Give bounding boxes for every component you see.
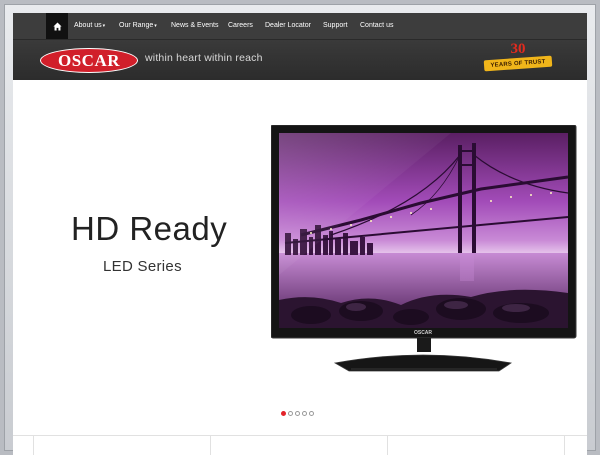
slider-dot[interactable] bbox=[281, 411, 286, 416]
top-navbar: About us▾ Our Range▾ News & Events Caree… bbox=[13, 13, 587, 40]
logo-text: OSCAR bbox=[57, 50, 120, 70]
slider-pagination bbox=[281, 411, 314, 417]
slider-dot[interactable] bbox=[295, 411, 300, 416]
years-of-trust-badge: 30 YEARS OF TRUST bbox=[481, 41, 555, 79]
page: About us▾ Our Range▾ News & Events Caree… bbox=[13, 13, 587, 455]
chevron-down-icon: ▾ bbox=[154, 23, 157, 29]
bottom-panels bbox=[13, 435, 587, 455]
nav-item-contact-us[interactable]: Contact us bbox=[360, 13, 393, 39]
column-divider bbox=[387, 436, 388, 455]
nav-label: About us bbox=[74, 22, 102, 29]
hero-subtitle: LED Series bbox=[103, 258, 182, 275]
chevron-down-icon: ▾ bbox=[102, 23, 106, 29]
hero-title: HD Ready bbox=[71, 210, 228, 247]
column-divider bbox=[564, 436, 565, 455]
column-divider bbox=[33, 436, 34, 455]
nav-item-careers[interactable]: Careers bbox=[228, 13, 253, 39]
badge-number: 30 bbox=[510, 41, 526, 57]
nav-label: Contact us bbox=[360, 22, 394, 29]
nav-item-dealer-locator[interactable]: Dealer Locator bbox=[265, 13, 311, 39]
home-icon bbox=[52, 21, 62, 31]
nav-label: News & Events bbox=[171, 22, 219, 29]
badge-ribbon: YEARS OF TRUST bbox=[483, 55, 553, 72]
hero-slider: HD Ready LED Series OSCAR bbox=[13, 80, 587, 435]
oscar-logo[interactable]: OSCAR bbox=[40, 48, 138, 73]
tagline: within heart within reach bbox=[145, 52, 263, 64]
nav-label: Careers bbox=[228, 22, 253, 29]
tv-brand-label: OSCAR bbox=[414, 330, 432, 336]
nav-item-about-us[interactable]: About us▾ bbox=[74, 13, 105, 39]
nav-item-our-range[interactable]: Our Range▾ bbox=[119, 13, 157, 39]
nav-label: Dealer Locator bbox=[265, 22, 311, 29]
slider-dot[interactable] bbox=[309, 411, 314, 416]
column-divider bbox=[210, 436, 211, 455]
led-tv-image: OSCAR bbox=[271, 125, 577, 372]
brand-header: OSCAR within heart within reach 30 YEARS… bbox=[13, 40, 587, 80]
slider-dot[interactable] bbox=[302, 411, 307, 416]
nav-label: Support bbox=[323, 22, 348, 29]
nav-item-news-events[interactable]: News & Events bbox=[171, 13, 218, 39]
slider-dot[interactable] bbox=[288, 411, 293, 416]
nav-item-support[interactable]: Support bbox=[323, 13, 348, 39]
home-button[interactable] bbox=[46, 13, 68, 39]
badge-text: YEARS OF TRUST bbox=[490, 58, 546, 69]
nav-label: Our Range bbox=[119, 22, 154, 29]
